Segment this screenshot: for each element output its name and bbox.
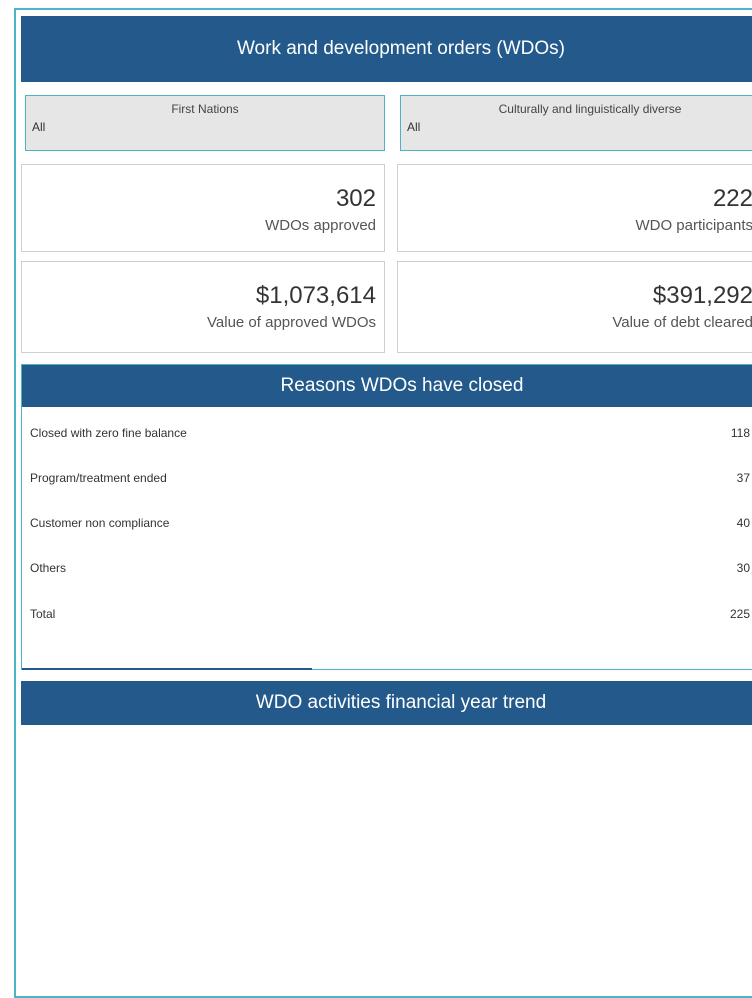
page-title-banner: Work and development orders (WDOs) — [21, 16, 752, 82]
row-value: 225 — [729, 607, 750, 621]
row-label: Others — [30, 561, 67, 575]
reasons-table: Reasons WDOs have closed Closed with zer… — [21, 364, 752, 670]
reasons-title-banner: Reasons WDOs have closed — [22, 365, 752, 407]
row-label: Closed with zero fine balance — [30, 426, 187, 440]
row-label: Total — [30, 607, 56, 621]
row-value: 40 — [736, 516, 750, 530]
row-value: 37 — [736, 471, 750, 485]
kpi-card-wdo-participants: 222 WDO participants — [397, 164, 752, 252]
first-nations-filter-title: First Nations — [171, 102, 239, 116]
row-label: Program/treatment ended — [30, 471, 167, 485]
kpi-card-debt-cleared: $391,292 Value of debt cleared — [397, 261, 752, 353]
kpi-value: $391,292 — [652, 282, 752, 309]
table-row: Closed with zero fine balance 118 — [22, 424, 752, 444]
first-nations-filter-value[interactable]: All — [32, 120, 45, 134]
kpi-value: $1,073,614 — [255, 282, 376, 309]
reasons-title: Reasons WDOs have closed — [280, 375, 524, 396]
cald-filter-value[interactable]: All — [407, 120, 420, 134]
kpi-card-wdos-approved: 302 WDOs approved — [21, 164, 385, 252]
cald-filter-title: Culturally and linguistically diverse — [498, 102, 682, 116]
cald-filter[interactable]: Culturally and linguistically diverse Al… — [400, 95, 752, 151]
table-row: Customer non compliance 40 — [22, 514, 752, 534]
table-scroll-indicator — [22, 668, 312, 670]
row-value: 118 — [730, 426, 750, 440]
trend-title-banner: WDO activities financial year trend — [21, 681, 752, 725]
table-row: Total 225 — [22, 605, 752, 625]
kpi-value: 222 — [712, 185, 752, 212]
row-label: Customer non compliance — [30, 516, 170, 530]
kpi-label: Value of approved WDOs — [207, 314, 376, 331]
page-title: Work and development orders (WDOs) — [236, 38, 566, 59]
table-row: Others 30 — [22, 559, 752, 579]
row-value: 30 — [736, 561, 750, 575]
kpi-label: Value of debt cleared — [612, 314, 752, 331]
table-row: Program/treatment ended 37 — [22, 469, 752, 489]
kpi-label: WDOs approved — [265, 217, 376, 234]
trend-title: WDO activities financial year trend — [255, 692, 547, 713]
kpi-label: WDO participants — [635, 217, 752, 234]
kpi-card-value-approved: $1,073,614 Value of approved WDOs — [21, 261, 385, 353]
kpi-value: 302 — [335, 185, 376, 212]
first-nations-filter[interactable]: First Nations All — [25, 95, 385, 151]
